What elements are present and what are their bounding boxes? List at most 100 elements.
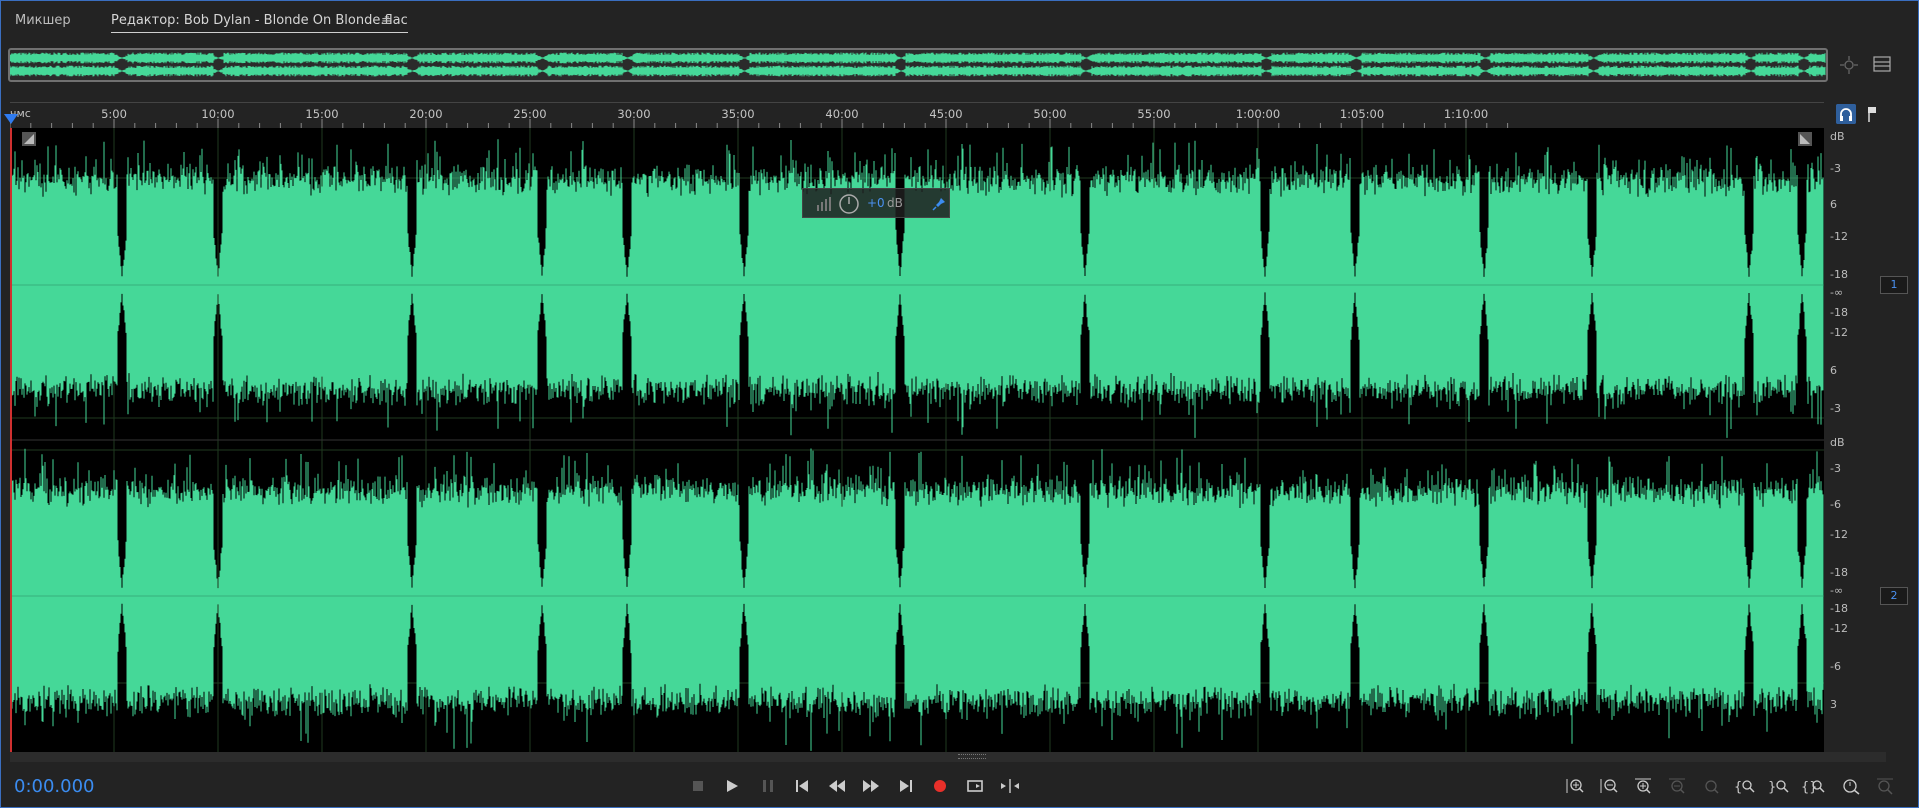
zoom-in-left-icon: { [1734, 780, 1755, 795]
skip-selection-button[interactable] [998, 774, 1022, 798]
horizontal-scroll-strip[interactable] [10, 752, 1886, 762]
db-scale-label: -12 [1830, 326, 1848, 339]
tab-editor[interactable]: Редактор: Bob Dylan - Blonde On Blonde.f… [111, 13, 408, 33]
rewind-button[interactable] [825, 774, 849, 798]
svg-text:}: } [1768, 780, 1776, 795]
play-icon [727, 780, 738, 792]
ruler-tick-label: 35:00 [721, 107, 755, 121]
overview-waveform [10, 52, 1826, 77]
db-scale-label: -18 [1830, 566, 1848, 579]
db-scale-label: -∞ [1830, 584, 1844, 597]
volume-unit: dB [887, 196, 903, 210]
ruler-tick-label: 45:00 [929, 107, 963, 121]
zoom-full-button[interactable] [1698, 774, 1724, 798]
db-scale-label: -12 [1830, 622, 1848, 635]
zoom-in-time-icon [1635, 778, 1651, 794]
db-scale-label: 6 [1830, 364, 1837, 377]
stop-icon [693, 781, 703, 791]
ruler-tick-label: 5:00 [101, 107, 127, 121]
tab-mixer[interactable]: Микшер [15, 13, 71, 28]
marker-pin-icon[interactable] [1864, 104, 1880, 124]
play-button[interactable] [720, 774, 744, 798]
ruler-tick-label: 30:00 [617, 107, 651, 121]
ruler-tick-label: 20:00 [409, 107, 443, 121]
scroll-grip[interactable] [958, 754, 986, 759]
fade-in-handle-icon[interactable] [22, 132, 36, 146]
zoom-out-amplitude-icon [1600, 779, 1618, 793]
current-time-display[interactable]: 0:00.000 [14, 776, 95, 797]
zoom-in-amplitude-button[interactable] [1562, 774, 1588, 798]
pause-button[interactable] [756, 774, 780, 798]
zoom-reset-icon [1877, 778, 1893, 795]
zoom-history-icon [1843, 779, 1860, 795]
zoom-out-amplitude-button[interactable] [1596, 774, 1622, 798]
skip-to-start-icon [796, 780, 808, 792]
amplitude-scale[interactable]: dB -3 6 -12 -18 -∞ -18 -12 6 -3 dB -3 -6 -12 -18 -∞ -18 -… [1826, 128, 1886, 752]
skip-to-end-button[interactable] [894, 774, 918, 798]
ruler-tick-label: 50:00 [1033, 107, 1067, 121]
waveform-display[interactable] [10, 128, 1824, 752]
db-scale-label: dB [1830, 130, 1845, 143]
volume-hud[interactable]: +0 dB [802, 188, 950, 218]
db-scale-label: -6 [1830, 660, 1841, 673]
loop-button[interactable] [963, 774, 987, 798]
channel-1-badge[interactable]: 1 [1880, 276, 1908, 294]
zoom-in-amplitude-icon [1566, 779, 1584, 793]
list-view-icon[interactable] [1872, 54, 1892, 74]
ruler-tick-label: 40:00 [825, 107, 859, 121]
zoom-out-time-icon [1669, 778, 1685, 794]
ruler-tick-label: 1:10:00 [1443, 107, 1489, 121]
record-button[interactable] [928, 774, 952, 798]
headphones-icon[interactable] [1836, 104, 1856, 124]
db-scale-label: -3 [1830, 462, 1841, 475]
db-scale-label: -3 [1830, 162, 1841, 175]
ruler-tick-marks [10, 119, 1509, 129]
timeline-ruler[interactable]: чмс 5:00 10:00 15:00 20:00 25:00 30:00 35:00 40… [10, 102, 1824, 129]
db-scale-label: -∞ [1830, 286, 1844, 299]
waveform-overview[interactable] [8, 48, 1828, 82]
skip-to-start-button[interactable] [790, 774, 814, 798]
db-scale-label: 6 [1830, 198, 1837, 211]
ruler-tick-label: 15:00 [305, 107, 339, 121]
zoom-history-button[interactable] [1838, 774, 1864, 798]
zoom-full-icon [1705, 780, 1719, 794]
db-scale-label: 3 [1830, 698, 1837, 711]
db-scale-label: -18 [1830, 268, 1848, 281]
zoom-in-time-button[interactable] [1630, 774, 1656, 798]
zoom-selection-button[interactable]: {} [1800, 774, 1826, 798]
channel-2-badge[interactable]: 2 [1880, 587, 1908, 605]
fast-forward-button[interactable] [859, 774, 883, 798]
zoom-in-left-button[interactable]: { [1732, 774, 1758, 798]
pause-icon [763, 780, 773, 792]
db-scale-label: dB [1830, 436, 1845, 449]
pin-icon[interactable] [931, 196, 947, 212]
db-scale-label: -18 [1830, 602, 1848, 615]
fade-out-handle-icon[interactable] [1798, 132, 1812, 146]
db-scale-label: -12 [1830, 528, 1848, 541]
panel-menu-icon[interactable]: ≡ [381, 14, 392, 29]
record-icon [934, 780, 946, 792]
playhead-marker[interactable] [4, 114, 18, 124]
skip-selection-icon [1001, 779, 1019, 793]
stereo-waveform [10, 128, 1824, 752]
zoom-selection-icon: {} [1801, 780, 1825, 795]
svg-text:{: { [1734, 780, 1742, 795]
db-scale-label: -12 [1830, 230, 1848, 243]
ruler-tick-label: 25:00 [513, 107, 547, 121]
db-scale-label: -18 [1830, 306, 1848, 319]
zoom-reset-button[interactable] [1872, 774, 1898, 798]
level-meter-icon [817, 194, 859, 214]
ruler-tick-label: 1:05:00 [1339, 107, 1385, 121]
zoom-out-time-button[interactable] [1664, 774, 1690, 798]
zoom-navigator-icon[interactable] [1838, 54, 1860, 76]
ruler-tick-label: 55:00 [1137, 107, 1171, 121]
ruler-tick-label: 1:00:00 [1235, 107, 1281, 121]
stop-button[interactable] [686, 774, 710, 798]
loop-icon [967, 780, 983, 792]
volume-value[interactable]: +0 [867, 196, 885, 210]
fast-forward-icon [863, 780, 879, 792]
zoom-in-right-icon: } [1768, 780, 1789, 795]
ruler-tick-label: 10:00 [201, 107, 235, 121]
zoom-in-right-button[interactable]: } [1766, 774, 1792, 798]
db-scale-label: -6 [1830, 498, 1841, 511]
